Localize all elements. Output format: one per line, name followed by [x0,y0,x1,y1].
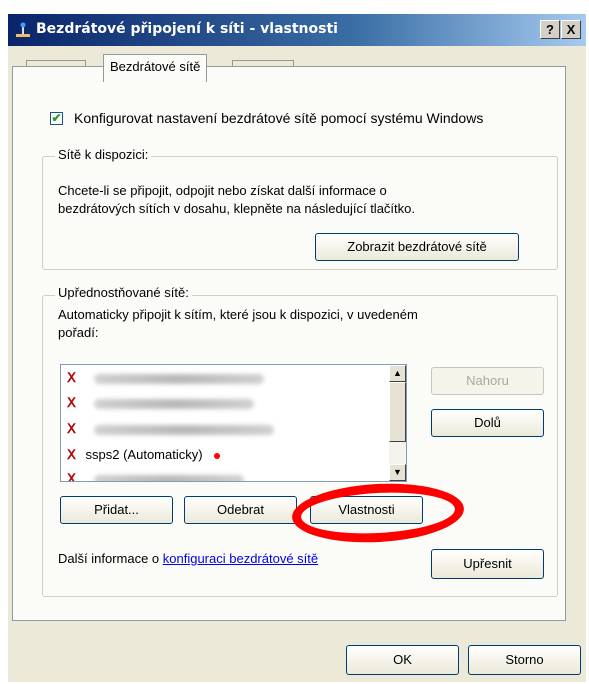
panel-content: ✔ Konfigurovat nastavení bezdrátové sítě… [0,0,589,684]
available-text-line2: bezdrátových sítích v dosahu, klepněte n… [58,201,415,216]
redacted-network-name [93,398,254,409]
list-item[interactable]: Ⅹ ssps2 (Automaticky) [67,445,221,465]
wireless-antenna-icon: Ⅹ [67,370,76,385]
ok-button[interactable]: OK [346,645,459,675]
wireless-antenna-icon: Ⅹ [67,447,76,462]
list-scrollbar[interactable]: ▲ ▼ [389,365,406,481]
more-info-prefix: Další informace o [58,551,163,566]
add-button[interactable]: Přidat... [60,496,173,524]
redacted-network-name [93,474,244,481]
scroll-down-arrow-icon[interactable]: ▼ [389,464,406,481]
list-item[interactable]: Ⅹ [67,368,264,388]
list-item[interactable]: Ⅹ [67,469,244,482]
configure-label: Konfigurovat nastavení bezdrátové sítě p… [74,110,484,126]
wireless-antenna-icon: Ⅹ [67,421,76,436]
wireless-antenna-icon: Ⅹ [67,471,76,482]
red-dot-marker [214,452,221,459]
list-item[interactable]: Ⅹ [67,419,274,439]
available-text-line1: Chcete-li se připojit, odpojit nebo získ… [58,183,387,198]
list-item[interactable]: Ⅹ [67,393,254,413]
config-help-link[interactable]: konfiguraci bezdrátové sítě [163,551,318,566]
move-down-button[interactable]: Dolů [431,409,544,437]
view-wireless-networks-button[interactable]: Zobrazit bezdrátové sítě [315,233,519,261]
configure-checkbox[interactable]: ✔ [50,112,63,125]
preferred-networks-legend: Upřednostňované sítě: [55,285,192,300]
advanced-button[interactable]: Upřesnit [431,549,544,579]
preferred-text-line2: pořadí: [58,325,99,340]
network-name: ssps2 (Automaticky) [85,447,203,462]
more-info-text: Další informace o konfiguraci bezdrátové… [58,550,318,567]
scroll-thumb[interactable] [389,382,406,442]
cancel-button[interactable]: Storno [468,645,581,675]
redacted-network-name [93,373,264,384]
move-up-button[interactable]: Nahoru [431,367,544,395]
scroll-up-arrow-icon[interactable]: ▲ [389,365,406,382]
available-networks-legend: Sítě k dispozici: [55,147,152,162]
preferred-text-line1: Automaticky připojit k sítím, které jsou… [58,307,418,322]
preferred-networks-list[interactable]: Ⅹ Ⅹ Ⅹ Ⅹ ssps2 (Automaticky) Ⅹ ▲ ▼ [60,364,407,482]
redacted-network-name [93,424,274,435]
wireless-antenna-icon: Ⅹ [67,395,76,410]
remove-button[interactable]: Odebrat [184,496,297,524]
